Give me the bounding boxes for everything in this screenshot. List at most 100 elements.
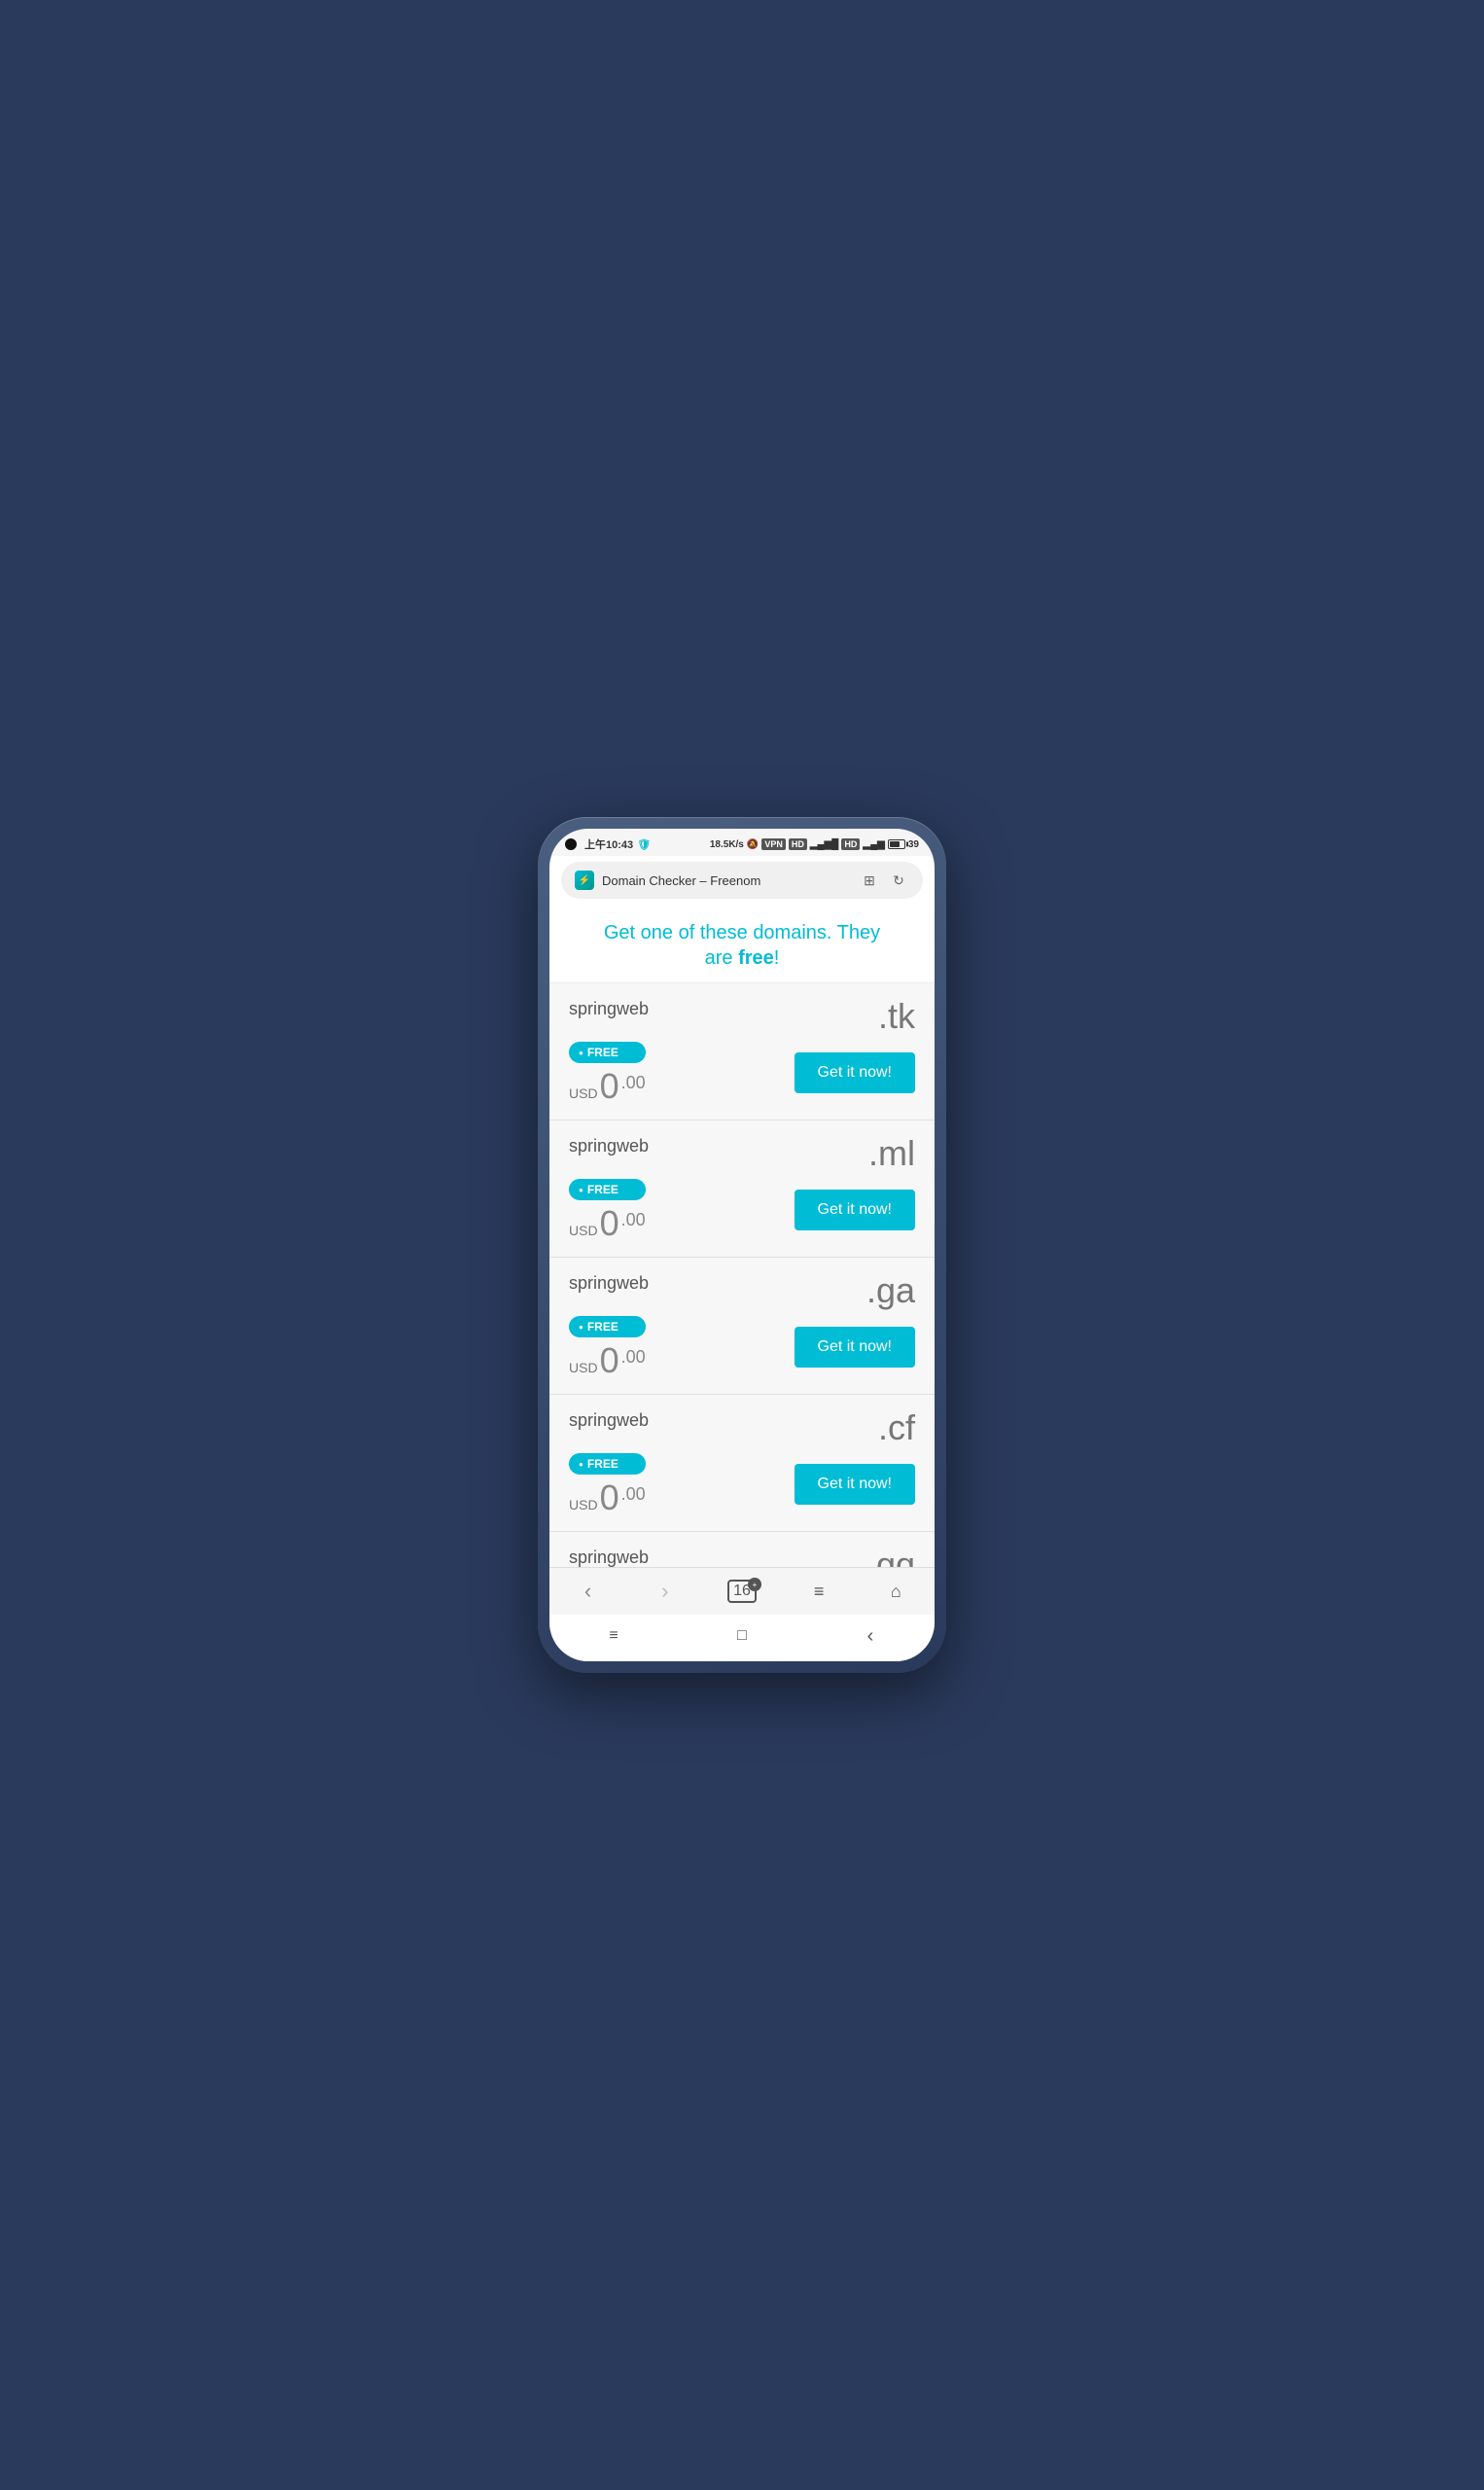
home-button[interactable]: ⌂ xyxy=(874,1576,917,1607)
domain-card-header-3: springweb .cf xyxy=(569,1410,915,1445)
price-section-1: FREE USD 0 .00 xyxy=(569,1179,646,1241)
hd-badge: HD xyxy=(789,838,807,850)
price-row-2: USD 0 .00 xyxy=(569,1343,646,1378)
sys-back-button[interactable]: ‹ xyxy=(851,1622,890,1650)
domain-card-header-1: springweb .ml xyxy=(569,1136,915,1171)
domain-card-header-0: springweb .tk xyxy=(569,999,915,1034)
free-badge-3: FREE xyxy=(569,1453,646,1475)
get-btn-0[interactable]: Get it now! xyxy=(795,1052,915,1093)
price-row-1: USD 0 .00 xyxy=(569,1206,646,1241)
mute-icon: 🔕 xyxy=(747,839,759,850)
price-usd-0: USD xyxy=(569,1085,598,1101)
bookmark-icon[interactable]: ⊞ xyxy=(859,870,880,891)
battery-icon xyxy=(888,839,905,849)
sys-menu-icon: ≡ xyxy=(609,1627,618,1645)
domain-tld-2: .ga xyxy=(866,1273,915,1308)
header-title: Get one of these domains. They are free! xyxy=(569,920,915,971)
shield-symbol: ⚡ xyxy=(579,875,590,886)
price-cents-2: .00 xyxy=(621,1347,646,1368)
forward-icon: › xyxy=(661,1579,668,1604)
header-line2: are xyxy=(705,947,738,969)
domain-card-body-3: FREE USD 0 .00 Get it now! xyxy=(569,1453,915,1515)
battery-fill xyxy=(890,841,900,847)
price-amount-3: 0 xyxy=(600,1480,619,1515)
domain-name-0: springweb xyxy=(569,999,649,1019)
status-left: 上午10:43 🛡 xyxy=(565,836,651,852)
domain-card-body-0: FREE USD 0 .00 Get it now! xyxy=(569,1042,915,1104)
domain-name-2: springweb xyxy=(569,1273,649,1294)
domain-tld-3: .cf xyxy=(878,1410,915,1445)
price-usd-3: USD xyxy=(569,1497,598,1512)
signal-4g: ▂▄▆█ xyxy=(810,839,839,850)
signal-4g-2: ▂▄▆ xyxy=(863,839,884,850)
header-free: free xyxy=(738,947,774,969)
price-section-0: FREE USD 0 .00 xyxy=(569,1042,646,1104)
free-badge-0: FREE xyxy=(569,1042,646,1063)
home-icon: ⌂ xyxy=(891,1582,901,1602)
header-banner: Get one of these domains. They are free! xyxy=(549,905,935,983)
free-badge-2: FREE xyxy=(569,1316,646,1337)
phone-screen: 上午10:43 🛡 18.5K/s 🔕 VPN HD ▂▄▆█ HD ▂▄▆ 3… xyxy=(549,829,935,1661)
address-actions: ⊞ ↻ xyxy=(859,870,909,891)
menu-icon: ≡ xyxy=(814,1582,825,1602)
header-exclaim: ! xyxy=(774,947,780,969)
domain-tld-1: .ml xyxy=(868,1136,915,1171)
address-bar[interactable]: ⚡ Domain Checker – Freenom ⊞ ↻ xyxy=(561,862,923,899)
vpn-badge: VPN xyxy=(761,838,786,850)
price-cents-0: .00 xyxy=(621,1073,646,1093)
forward-button[interactable]: › xyxy=(644,1576,687,1607)
back-button[interactable]: ‹ xyxy=(567,1576,610,1607)
domain-card-header-4: springweb .gq xyxy=(569,1547,915,1567)
menu-button[interactable]: ≡ xyxy=(797,1576,840,1607)
price-section-2: FREE USD 0 .00 xyxy=(569,1316,646,1378)
get-btn-3[interactable]: Get it now! xyxy=(795,1464,915,1505)
get-btn-2[interactable]: Get it now! xyxy=(795,1327,915,1368)
domain-name-1: springweb xyxy=(569,1136,649,1156)
browser-shield-icon: ⚡ xyxy=(575,871,594,890)
camera-dot xyxy=(565,838,577,850)
tab-badge: + xyxy=(748,1578,761,1591)
domain-tld-4: .gq xyxy=(866,1547,915,1567)
domain-card-3: springweb .cf FREE USD 0 .00 Get it now! xyxy=(549,1395,935,1532)
sys-home-icon: □ xyxy=(737,1627,747,1645)
domain-card-0: springweb .tk FREE USD 0 .00 Get it now! xyxy=(549,983,935,1120)
price-amount-2: 0 xyxy=(600,1343,619,1378)
free-badge-1: FREE xyxy=(569,1179,646,1200)
price-section-3: FREE USD 0 .00 xyxy=(569,1453,646,1515)
sys-home-button[interactable]: □ xyxy=(723,1622,761,1650)
get-btn-1[interactable]: Get it now! xyxy=(795,1190,915,1230)
refresh-icon[interactable]: ↻ xyxy=(888,870,909,891)
status-app-icon: 🛡 xyxy=(637,838,651,851)
price-cents-1: .00 xyxy=(621,1210,646,1230)
domain-name-3: springweb xyxy=(569,1410,649,1431)
sys-menu-button[interactable]: ≡ xyxy=(594,1622,633,1650)
domain-card-body-2: FREE USD 0 .00 Get it now! xyxy=(569,1316,915,1378)
status-bar: 上午10:43 🛡 18.5K/s 🔕 VPN HD ▂▄▆█ HD ▂▄▆ 3… xyxy=(549,829,935,856)
domain-tld-0: .tk xyxy=(878,999,915,1034)
domain-card-4: springweb .gq FREE USD 0 .00 Get it now! xyxy=(549,1532,935,1567)
price-usd-1: USD xyxy=(569,1223,598,1238)
header-line1: Get one of these domains. They xyxy=(604,922,880,943)
back-icon: ‹ xyxy=(584,1579,591,1604)
domain-card-1: springweb .ml FREE USD 0 .00 Get it now! xyxy=(549,1120,935,1258)
domain-card-body-1: FREE USD 0 .00 Get it now! xyxy=(569,1179,915,1241)
price-usd-2: USD xyxy=(569,1360,598,1375)
price-cents-3: .00 xyxy=(621,1484,646,1505)
address-text[interactable]: Domain Checker – Freenom xyxy=(602,873,851,888)
tabs-button[interactable]: 16 + xyxy=(721,1576,763,1607)
main-content: Get one of these domains. They are free!… xyxy=(549,905,935,1567)
sys-back-icon: ‹ xyxy=(867,1625,874,1648)
price-amount-1: 0 xyxy=(600,1206,619,1241)
bottom-nav: ‹ › 16 + ≡ ⌂ xyxy=(549,1567,935,1615)
price-row-3: USD 0 .00 xyxy=(569,1480,646,1515)
price-row-0: USD 0 .00 xyxy=(569,1069,646,1104)
phone-frame: 上午10:43 🛡 18.5K/s 🔕 VPN HD ▂▄▆█ HD ▂▄▆ 3… xyxy=(538,817,946,1673)
status-right: 18.5K/s 🔕 VPN HD ▂▄▆█ HD ▂▄▆ 39 xyxy=(710,838,919,850)
network-speed: 18.5K/s xyxy=(710,839,744,850)
battery-pct: 39 xyxy=(908,839,919,850)
domain-card-header-2: springweb .ga xyxy=(569,1273,915,1308)
price-amount-0: 0 xyxy=(600,1069,619,1104)
domain-name-4: springweb xyxy=(569,1547,649,1567)
status-time: 上午10:43 xyxy=(584,836,633,852)
hd-4g-badge: HD xyxy=(841,838,860,850)
